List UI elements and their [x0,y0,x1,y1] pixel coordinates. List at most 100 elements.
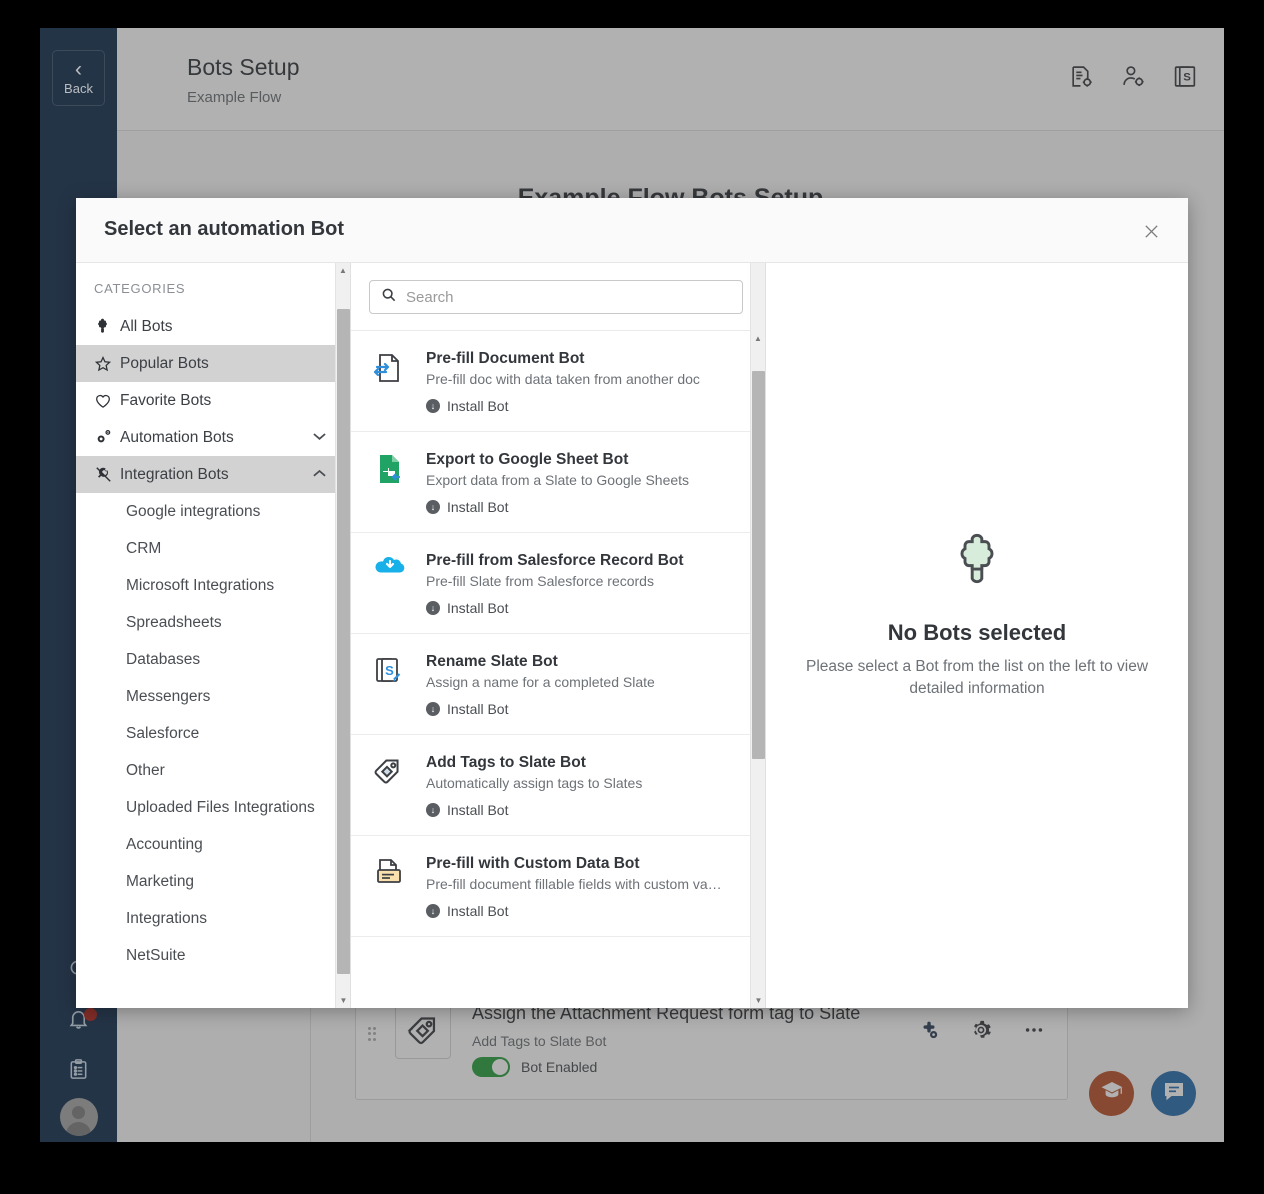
subcategory-crm[interactable]: CRM [76,530,350,567]
modal-title: Select an automation Bot [104,218,345,240]
svg-text:S: S [385,663,394,678]
subcategory-label: Databases [126,650,201,668]
subcategory-microsoft-integrations[interactable]: Microsoft Integrations [76,567,350,604]
star-icon [94,355,120,373]
svg-text:S: S [1183,72,1191,84]
subcategory-label: Accounting [126,835,203,853]
back-button[interactable]: ‹ Back [52,50,105,106]
bot-list-item[interactable]: Pre-fill from Salesforce Record Bot Pre-… [351,533,751,634]
subcategory-label: Google integrations [126,502,261,520]
rename-slate-icon: S [369,653,409,721]
subcategory-netsuite[interactable]: NetSuite [76,937,350,974]
bot-description: Pre-fill doc with data taken from anothe… [426,371,700,387]
learning-center-button[interactable] [1089,1071,1134,1116]
scroll-down-arrow[interactable]: ▼ [336,993,350,1008]
close-icon[interactable] [1136,216,1166,246]
subcategory-label: Uploaded Files Integrations [126,798,315,816]
category-integration-bots[interactable]: Integration Bots [76,456,350,493]
bot-info: Rename Slate Bot Assign a name for a com… [426,653,737,721]
install-bot-label: Install Bot [447,499,509,515]
subcategory-accounting[interactable]: Accounting [76,826,350,863]
subcategory-label: NetSuite [126,946,186,964]
bot-description: Pre-fill Slate from Salesforce records [426,573,654,589]
add-bot-icon[interactable] [919,1020,939,1045]
category-all-bots[interactable]: All Bots [76,308,350,345]
bot-details-panel: No Bots selected Please select a Bot fro… [766,263,1188,1008]
scrollbar-thumb[interactable] [337,309,350,974]
bot-enabled-row: Bot Enabled [472,1057,597,1077]
prefill-document-icon [369,350,409,418]
install-bot-button[interactable]: ↓ Install Bot [426,802,737,818]
bot-enabled-toggle[interactable] [472,1057,510,1077]
subcategory-integrations[interactable]: Integrations [76,900,350,937]
bot-list-item[interactable]: Add Tags to Slate Bot Automatically assi… [351,735,751,836]
bot-list-item[interactable]: Pre-fill with Custom Data Bot Pre-fill d… [351,836,751,937]
bot-info: Export to Google Sheet Bot Export data f… [426,451,737,519]
back-button-label: Back [64,80,93,96]
category-label: All Bots [120,317,173,335]
download-icon: ↓ [426,500,440,514]
slate-icon[interactable]: S [1173,64,1198,94]
search-box[interactable] [369,280,743,314]
scroll-up-arrow[interactable]: ▲ [336,263,350,278]
subcategory-other[interactable]: Other [76,752,350,789]
chevron-down-icon[interactable] [313,432,326,444]
subcategory-label: Salesforce [126,724,200,742]
bot-list-item[interactable]: S Rename Slate Bot Assign a name for a c… [351,634,751,735]
chevron-up-icon[interactable] [313,469,326,481]
page-header: Bots Setup Example Flow S [117,28,1224,131]
bot-name: Rename Slate Bot [426,653,558,670]
install-bot-button[interactable]: ↓ Install Bot [426,701,737,717]
subcategory-salesforce[interactable]: Salesforce [76,715,350,752]
install-bot-label: Install Bot [447,398,509,414]
search-input[interactable] [406,288,731,306]
subcategory-label: Spreadsheets [126,613,222,631]
subcategory-spreadsheets[interactable]: Spreadsheets [76,604,350,641]
install-bot-button[interactable]: ↓ Install Bot [426,499,737,515]
bot-list-item[interactable]: Pre-fill Document Bot Pre-fill doc with … [351,331,751,432]
subcategory-label: Other [126,761,165,779]
clipboard-icon[interactable] [40,1058,117,1081]
floating-action-buttons [1089,1071,1196,1116]
bot-name: Pre-fill from Salesforce Record Bot [426,552,684,569]
more-options-icon[interactable] [1023,1019,1045,1046]
drag-handle[interactable] [368,1027,376,1041]
document-settings-icon[interactable] [1069,64,1094,94]
modal-body: CATEGORIES All Bots Popular Bots Favorit… [76,263,1188,1008]
scroll-down-arrow[interactable]: ▼ [751,993,765,1008]
page-title: Bots Setup [187,54,300,80]
category-favorite-bots[interactable]: Favorite Bots [76,382,350,419]
gear-icon[interactable] [970,1019,992,1046]
subcategory-marketing[interactable]: Marketing [76,863,350,900]
category-label: Favorite Bots [120,391,212,409]
bot-list-item[interactable]: Export to Google Sheet Bot Export data f… [351,432,751,533]
install-bot-label: Install Bot [447,802,509,818]
notifications-bell-icon[interactable] [40,1008,117,1031]
subcategory-label: Integrations [126,909,207,927]
category-popular-bots[interactable]: Popular Bots [76,345,350,382]
bot-name: Add Tags to Slate Bot [426,754,586,771]
category-automation-bots[interactable]: Automation Bots [76,419,350,456]
scrollbar-thumb[interactable] [752,371,765,759]
chevron-left-icon: ‹ [75,57,82,81]
user-settings-icon[interactable] [1121,64,1146,94]
install-bot-button[interactable]: ↓ Install Bot [426,398,737,414]
bot-info: Pre-fill from Salesforce Record Bot Pre-… [426,552,737,620]
subcategory-uploaded-files-integrations[interactable]: Uploaded Files Integrations [76,789,350,826]
bots-list-scrollbar[interactable]: ▲ ▼ [750,263,765,1008]
custom-data-icon [369,855,409,923]
scroll-up-arrow[interactable]: ▲ [751,331,765,346]
install-bot-button[interactable]: ↓ Install Bot [426,600,737,616]
subcategory-messengers[interactable]: Messengers [76,678,350,715]
chat-support-button[interactable] [1151,1071,1196,1116]
subcategory-google-integrations[interactable]: Google integrations [76,493,350,530]
tag-icon [369,754,409,822]
notification-badge [84,1008,97,1021]
subcategory-databases[interactable]: Databases [76,641,350,678]
install-bot-button[interactable]: ↓ Install Bot [426,903,737,919]
category-label: Popular Bots [120,354,209,372]
plug-icon [94,465,120,484]
avatar[interactable] [40,1098,117,1136]
categories-scrollbar[interactable]: ▲ ▼ [335,263,350,1008]
category-label: Integration Bots [120,465,229,483]
